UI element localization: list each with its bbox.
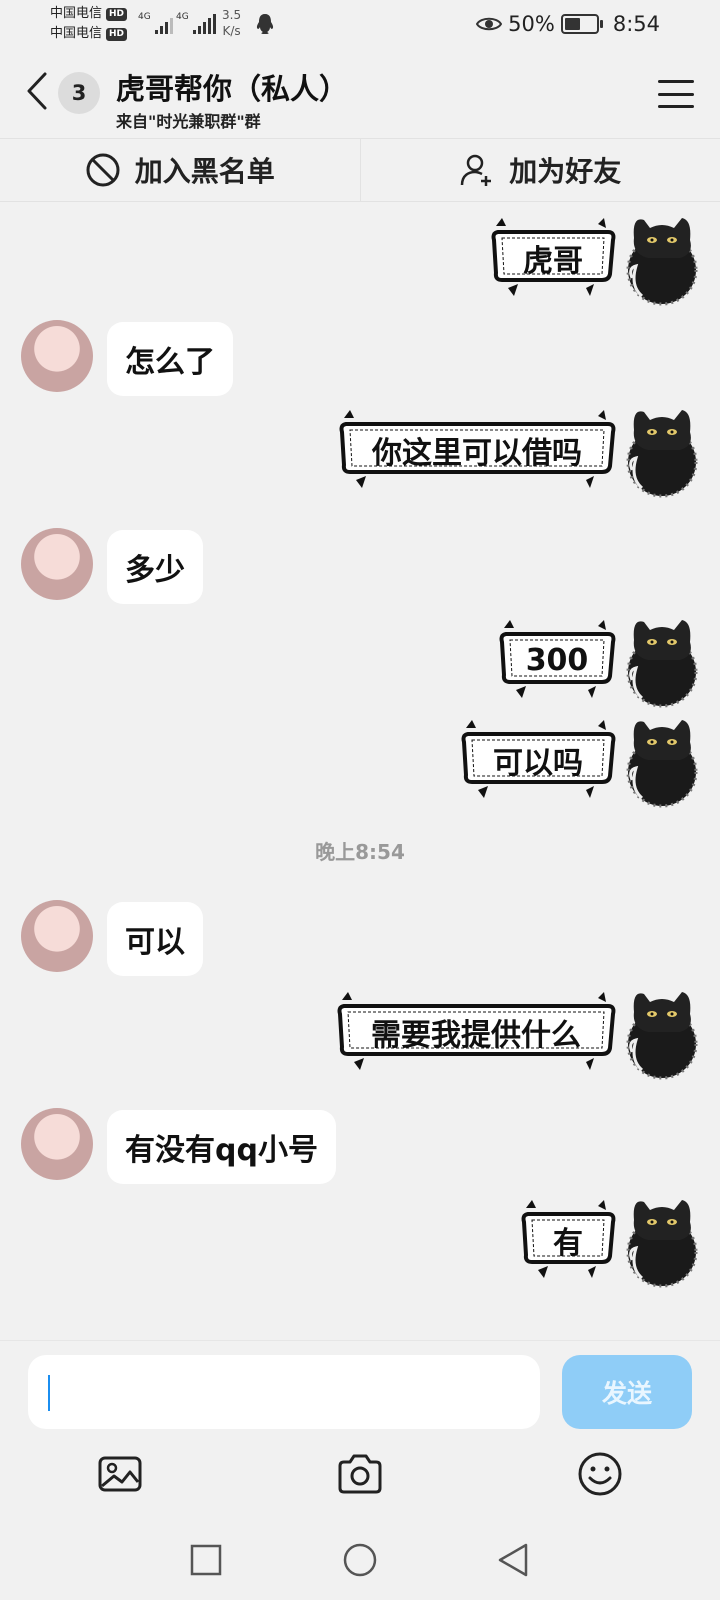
message-bubble[interactable]: 有没有qq小号 — [107, 1110, 336, 1184]
stranger-action-bar: 加入黑名单 加为好友 — [0, 138, 720, 202]
eye-comfort-icon — [476, 17, 503, 31]
composer-toolbar — [0, 1440, 720, 1520]
recents-button[interactable] — [186, 1540, 226, 1580]
message-incoming: 怎么了 — [0, 320, 720, 400]
cat-avatar[interactable] — [618, 610, 702, 710]
back-button[interactable] — [20, 68, 54, 114]
add-user-icon — [460, 154, 492, 186]
home-button[interactable] — [340, 1540, 380, 1580]
add-friend-button[interactable]: 加为好友 — [359, 139, 720, 201]
sticker[interactable]: 需要我提供什么 — [334, 992, 618, 1072]
square-recents-icon — [190, 1544, 222, 1576]
emoji-button[interactable] — [576, 1450, 624, 1498]
message-input[interactable] — [28, 1355, 540, 1429]
cat-icon — [626, 1200, 698, 1288]
emoji-icon — [578, 1452, 622, 1496]
sticker[interactable]: 可以吗 — [458, 720, 618, 800]
cat-icon — [626, 720, 698, 808]
message-outgoing-sticker[interactable]: 虎哥 — [0, 208, 720, 308]
circle-home-icon — [343, 1543, 377, 1577]
avatar[interactable] — [21, 528, 93, 600]
sticker-text: 你这里可以借吗 — [372, 436, 582, 471]
sticker-text: 可以吗 — [493, 746, 583, 781]
sticker[interactable]: 虎哥 — [488, 218, 618, 298]
block-icon — [86, 153, 120, 187]
chat-subtitle: 来自"时光兼职群"群 — [116, 112, 261, 131]
avatar[interactable] — [21, 1108, 93, 1180]
sticker-text: 300 — [525, 642, 589, 678]
carrier-name-1: 中国电信 — [50, 6, 103, 21]
status-right: 50% 8:54 — [476, 12, 660, 36]
battery-icon — [560, 14, 603, 34]
message-outgoing-sticker[interactable]: 你这里可以借吗 — [0, 400, 720, 500]
hd-badge-1: HD — [106, 7, 128, 21]
triangle-back-icon — [498, 1543, 528, 1577]
chat-header: 3 虎哥帮你（私人） 来自"时光兼职群"群 — [0, 52, 720, 138]
message-bubble[interactable]: 怎么了 — [107, 322, 233, 396]
message-outgoing-sticker[interactable]: 可以吗 — [0, 710, 720, 810]
text-caret — [48, 1375, 50, 1411]
block-label: 加入黑名单 — [134, 155, 275, 188]
send-button[interactable]: 发送 — [562, 1355, 692, 1429]
unread-count-badge[interactable]: 3 — [58, 72, 100, 114]
message-outgoing-sticker[interactable]: 300 — [0, 610, 720, 710]
message-bubble[interactable]: 多少 — [107, 530, 203, 604]
message-incoming: 可以 — [0, 900, 720, 980]
clock: 8:54 — [612, 12, 660, 36]
message-outgoing-sticker[interactable]: 有 — [0, 1190, 720, 1290]
signal-icon-1: 4G — [138, 12, 173, 34]
sticker[interactable]: 300 — [496, 620, 618, 700]
add-friend-label: 加为好友 — [509, 155, 622, 188]
signal-icon-2: 4G — [176, 12, 216, 34]
sticker[interactable]: 有 — [518, 1200, 618, 1280]
system-nav-bar — [0, 1520, 720, 1600]
cat-avatar[interactable] — [618, 1190, 702, 1290]
back-nav-button[interactable] — [494, 1540, 534, 1580]
cat-icon — [626, 620, 698, 708]
image-icon — [98, 1456, 142, 1492]
cat-avatar[interactable] — [618, 208, 702, 308]
camera-button[interactable] — [336, 1450, 384, 1498]
battery-percent: 50% — [508, 12, 555, 36]
avatar[interactable] — [21, 320, 93, 392]
avatar[interactable] — [21, 900, 93, 972]
cat-avatar[interactable] — [618, 982, 702, 1082]
sticker-text: 需要我提供什么 — [371, 1018, 581, 1053]
cat-icon — [626, 410, 698, 498]
chat-title: 虎哥帮你（私人） — [116, 72, 349, 106]
status-bar: 中国电信 HD 中国电信 HD 4G 4G 3.5 K/s 50% 8:54 — [0, 0, 720, 52]
message-outgoing-sticker[interactable]: 需要我提供什么 — [0, 982, 720, 1082]
cat-icon — [626, 218, 698, 306]
message-list[interactable]: 虎哥 怎么了 你这里可以借吗 多少 300 可以吗 晚上8:54 可以 需要我提… — [0, 202, 720, 1340]
message-incoming: 有没有qq小号 — [0, 1108, 720, 1188]
cat-avatar[interactable] — [618, 400, 702, 500]
sticker[interactable]: 你这里可以借吗 — [336, 410, 618, 490]
camera-icon — [338, 1454, 382, 1494]
carrier-name-2: 中国电信 — [50, 26, 103, 41]
chevron-left-icon — [27, 72, 47, 110]
hamburger-menu-icon — [658, 80, 694, 83]
network-speed: 3.5 K/s — [222, 8, 242, 38]
qq-notification-icon — [256, 14, 274, 34]
cat-avatar[interactable] — [618, 710, 702, 810]
image-button[interactable] — [96, 1450, 144, 1498]
timestamp: 晚上8:54 — [315, 840, 405, 864]
composer: 发送 — [0, 1340, 720, 1440]
hd-badge-2: HD — [106, 27, 128, 41]
message-bubble[interactable]: 可以 — [107, 902, 203, 976]
menu-button[interactable] — [656, 74, 696, 114]
carrier-info: 中国电信 HD 中国电信 HD — [50, 4, 128, 44]
message-incoming: 多少 — [0, 528, 720, 608]
cat-icon — [626, 992, 698, 1080]
block-button[interactable]: 加入黑名单 — [0, 139, 360, 201]
sticker-text: 虎哥 — [523, 244, 583, 279]
sticker-text: 有 — [553, 1226, 583, 1261]
